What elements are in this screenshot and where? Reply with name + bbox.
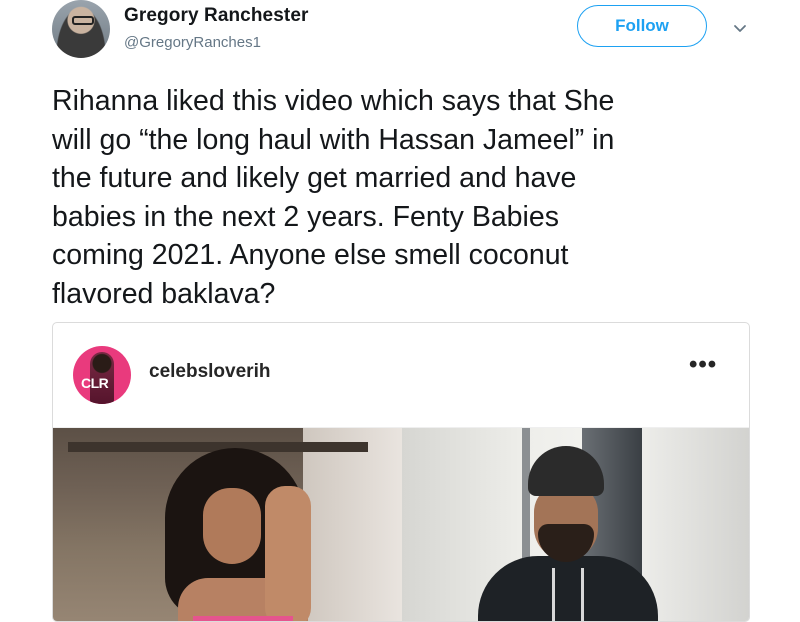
video-right-frame (402, 428, 749, 621)
follow-button[interactable]: Follow (577, 5, 707, 47)
video-left-frame (53, 428, 402, 621)
user-handle[interactable]: @GregoryRanches1 (124, 34, 261, 51)
embed-avatar[interactable]: CLR (73, 346, 131, 404)
avatar-glasses (72, 16, 94, 25)
person-face (203, 488, 261, 564)
frame-wall (303, 428, 402, 621)
avatar-logo-text: CLR (81, 375, 109, 391)
instagram-embed[interactable]: CLR celebsloverih ••• (52, 322, 750, 622)
tweet-text: Rihanna liked this video which says that… (52, 85, 615, 310)
chevron-down-icon[interactable] (732, 20, 748, 36)
person-top (193, 616, 293, 621)
hoodie-strings (552, 568, 584, 621)
person-arm (265, 486, 311, 621)
user-avatar[interactable] (52, 0, 110, 58)
embed-username[interactable]: celebsloverih (149, 361, 270, 383)
more-options-icon[interactable]: ••• (689, 351, 717, 379)
user-display-name[interactable]: Gregory Ranchester (124, 5, 308, 27)
embed-video[interactable] (53, 427, 749, 621)
